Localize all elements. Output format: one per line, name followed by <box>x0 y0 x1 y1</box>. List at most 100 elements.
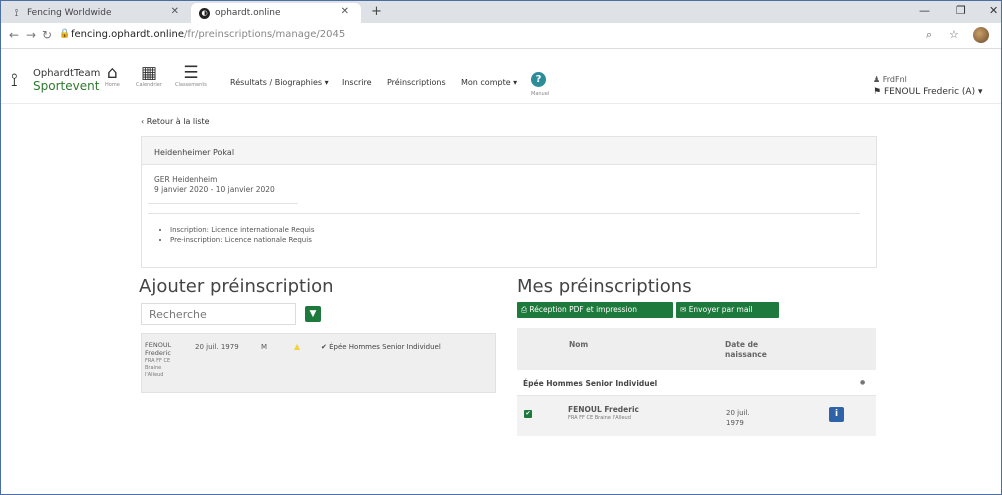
ophardt-logo-icon: ⟟ <box>11 70 18 91</box>
result-club-line3: l'Alleud <box>145 372 164 378</box>
ophardt-favicon-icon: ◐ <box>199 7 210 19</box>
back-link-label: Retour à la liste <box>146 117 210 126</box>
divider <box>148 203 298 204</box>
back-arrow-icon[interactable]: ← <box>9 28 19 42</box>
help-icon[interactable]: ? <box>531 72 546 87</box>
row-birthdate: 20 juil. 1979 <box>726 408 750 428</box>
site-navbar: ⟟ OphardtTeam Sportevent ⌂ Home ▦ Calend… <box>1 50 1001 104</box>
col-birth-line2: naissance <box>725 350 767 359</box>
mail-icon: ✉ <box>680 305 687 314</box>
calendar-icon: ▦ <box>140 63 157 83</box>
zoom-icon[interactable]: ⌕ <box>926 28 932 42</box>
row-club: FRA FF CE Braine l'Alleud <box>568 415 631 421</box>
url-host: fencing.ophardt.online <box>71 29 184 40</box>
logo-line2: Sportevent <box>33 79 100 93</box>
dot-icon: ● <box>860 379 866 386</box>
filter-icon[interactable]: ▼ <box>305 306 321 322</box>
search-result-row[interactable]: FENOUL Frederic FRA FF CE Braine l'Alleu… <box>141 333 496 393</box>
requirement-item: Pre-inscription: Licence nationale Requi… <box>170 235 315 245</box>
minimize-icon[interactable]: — <box>919 4 930 17</box>
event-details: GER Heidenheim 9 janvier 2020 - 10 janvi… <box>154 175 275 195</box>
user-login-text: FrdFnl <box>882 75 907 84</box>
forward-arrow-icon[interactable]: → <box>26 28 36 42</box>
browser-tab-fencing-worldwide[interactable]: ⟟ Fencing Worldwide ✕ <box>3 3 191 23</box>
address-bar: ← → ↻ 🔒 fencing.ophardt.online/fr/preins… <box>1 23 1001 49</box>
nav-results-label: Résultats / Biographies <box>230 78 323 87</box>
result-name-line2: Frederic <box>145 348 171 357</box>
row-birth-line1: 20 juil. <box>726 409 750 417</box>
url-path: /fr/preinscriptions/manage/2045 <box>183 29 346 40</box>
info-icon[interactable]: i <box>829 407 844 422</box>
result-club: FRA FF CE Braine l'Alleud <box>145 358 170 379</box>
requirement-list: Inscription: Licence internationale Requ… <box>162 225 315 245</box>
event-dates: 9 janvier 2020 - 10 janvier 2020 <box>154 185 275 194</box>
reload-icon[interactable]: ↻ <box>42 28 52 42</box>
nav-rankings[interactable]: ☰ Classements <box>175 64 207 88</box>
close-window-icon[interactable]: ✕ <box>989 4 998 17</box>
col-birth-header: Date de naissance <box>725 340 767 360</box>
user-login[interactable]: ♟ FrdFnl <box>873 75 907 84</box>
preregistrations-table: Nom Date de naissance Épée Hommes Senior… <box>517 328 876 436</box>
nav-register[interactable]: Inscrire <box>342 78 372 87</box>
event-panel: Heidenheimer Pokal GER Heidenheim 9 janv… <box>141 136 877 268</box>
url-field[interactable]: fencing.ophardt.online/fr/preinscription… <box>71 29 345 40</box>
event-location: GER Heidenheim <box>154 175 218 184</box>
nav-preregistrations[interactable]: Préinscriptions <box>387 78 446 87</box>
nav-calendar-label: Calendrier <box>136 82 162 88</box>
mail-button-label: Envoyer par mail <box>688 305 753 314</box>
browser-tab-ophardt[interactable]: ◐ ophardt.online ✕ <box>191 3 361 23</box>
add-preregistration-title: Ajouter préinscription <box>139 276 334 297</box>
table-header: Nom Date de naissance <box>517 328 876 370</box>
back-to-list-link[interactable]: ‹ Retour à la liste <box>141 117 210 126</box>
result-name: FENOUL Frederic <box>145 341 171 357</box>
pdf-print-button[interactable]: ⎙ Réception PDF et impression <box>517 302 673 318</box>
result-sex: M <box>261 343 268 351</box>
row-birth-line2: 1979 <box>726 419 744 427</box>
fencing-logo-icon: ⟟ <box>14 7 19 19</box>
col-birth-line1: Date de <box>725 340 759 349</box>
checkbox[interactable]: ✔ <box>524 410 532 418</box>
nav-results[interactable]: Résultats / Biographies ▾ <box>230 78 329 87</box>
star-icon[interactable]: ☆ <box>949 28 959 41</box>
star-icon: ▲ <box>294 342 301 351</box>
row-name: FENOUL Frederic <box>568 405 639 414</box>
nav-calendar[interactable]: ▦ Calendrier <box>136 64 162 88</box>
home-icon: ⌂ <box>106 63 118 83</box>
nav-home-label: Home <box>105 82 120 88</box>
tab-label: ophardt.online <box>215 8 281 18</box>
result-birthdate: 20 juil. 1979 <box>195 343 239 351</box>
user-menu[interactable]: ⚑ FENOUL Frederic (A) ▾ <box>873 87 982 97</box>
event-name: Heidenheimer Pokal <box>142 137 876 165</box>
table-row: ✔ FENOUL Frederic FRA FF CE Braine l'All… <box>517 396 876 436</box>
close-tab-icon[interactable]: ✕ <box>171 6 179 17</box>
nav-home[interactable]: ⌂ Home <box>105 64 120 88</box>
print-icon: ⎙ <box>521 305 527 314</box>
col-name-header: Nom <box>569 340 589 349</box>
list-icon: ☰ <box>183 63 199 83</box>
user-name-text: FENOUL Frederic (A) <box>883 87 976 97</box>
table-group-row: Épée Hommes Senior Individuel ● <box>517 370 876 396</box>
nav-rankings-label: Classements <box>175 82 207 88</box>
profile-avatar[interactable] <box>973 27 989 43</box>
new-tab-icon[interactable]: + <box>371 4 382 19</box>
close-tab-icon[interactable]: ✕ <box>341 6 349 17</box>
pdf-button-label: Réception PDF et impression <box>529 305 637 314</box>
lock-icon: 🔒 <box>59 29 71 39</box>
result-club-line1: FRA FF CE <box>145 358 171 364</box>
my-preregistrations-title: Mes préinscriptions <box>517 276 692 297</box>
logo-line1: OphardtTeam <box>33 68 101 79</box>
tab-label: Fencing Worldwide <box>27 8 112 18</box>
result-event-label: Épée Hommes Senior Individuel <box>329 343 441 351</box>
maximize-icon[interactable]: ❐ <box>956 4 966 17</box>
nav-account[interactable]: Mon compte ▾ <box>461 78 517 87</box>
result-club-line2: Braine <box>145 365 162 371</box>
group-label: Épée Hommes Senior Individuel <box>523 379 658 388</box>
browser-tab-bar: ⟟ Fencing Worldwide ✕ ◐ ophardt.online ✕… <box>1 1 1001 23</box>
search-input[interactable] <box>141 303 296 325</box>
result-event[interactable]: ✔ Épée Hommes Senior Individuel <box>321 343 441 351</box>
divider <box>148 213 860 214</box>
send-mail-button[interactable]: ✉ Envoyer par mail <box>676 302 779 318</box>
requirement-item: Inscription: Licence internationale Requ… <box>170 225 315 235</box>
nav-account-label: Mon compte <box>461 78 511 87</box>
help-label: Manuel <box>531 91 550 97</box>
